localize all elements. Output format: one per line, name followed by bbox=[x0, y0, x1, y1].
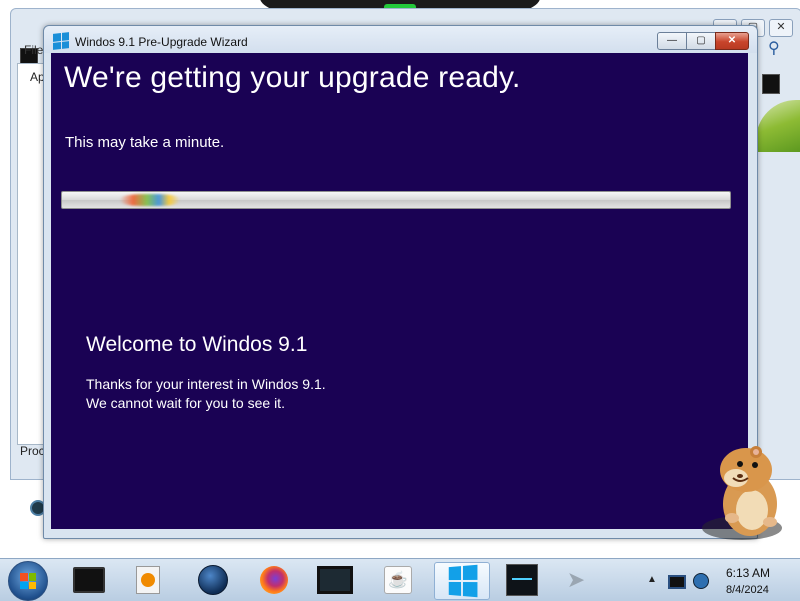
welcome-text-line-2: We cannot wait for you to see it. bbox=[86, 395, 285, 411]
windows-logo-icon bbox=[448, 564, 478, 598]
windows-logo-icon bbox=[53, 32, 69, 50]
media-player-icon bbox=[136, 566, 160, 594]
monitor-app-icon bbox=[506, 564, 538, 596]
taskbar-item-arrow[interactable]: ➤ bbox=[552, 562, 600, 598]
bg-close-button[interactable]: ✕ bbox=[769, 19, 793, 37]
globe-icon bbox=[198, 565, 228, 595]
black-box-icon bbox=[73, 567, 105, 593]
taskbar-item-monitor[interactable] bbox=[498, 562, 546, 598]
taskbar-item-screen[interactable] bbox=[311, 562, 359, 598]
taskbar-item-black-box[interactable] bbox=[65, 562, 113, 598]
bg-proc-label: Proc bbox=[20, 444, 45, 458]
bg-right-app-icon bbox=[762, 74, 780, 94]
windows-flag-progress-icon bbox=[120, 194, 180, 206]
minimize-button[interactable]: — bbox=[657, 32, 687, 50]
show-hidden-icons-button[interactable]: ▲ bbox=[647, 574, 657, 585]
maximize-button[interactable]: ▢ bbox=[686, 32, 716, 50]
tray-display-icon[interactable] bbox=[668, 575, 686, 589]
welcome-heading: Welcome to Windos 9.1 bbox=[86, 333, 308, 356]
clock-time[interactable]: 6:13 AM bbox=[726, 566, 770, 580]
upgrade-wizard-window: Windos 9.1 Pre-Upgrade Wizard — ▢ ✕ We'r… bbox=[43, 25, 758, 539]
taskbar-item-java[interactable]: ☕ bbox=[374, 562, 422, 598]
clock-date[interactable]: 8/4/2024 bbox=[726, 584, 769, 596]
start-button[interactable] bbox=[8, 561, 48, 601]
taskbar-item-windos-wizard[interactable] bbox=[434, 562, 490, 600]
close-button[interactable]: ✕ bbox=[715, 32, 749, 50]
taskbar-item-firefox[interactable] bbox=[250, 562, 298, 598]
taskbar-item-globe[interactable] bbox=[189, 562, 237, 598]
page-title: We're getting your upgrade ready. bbox=[64, 61, 521, 94]
bg-file-menu[interactable]: File bbox=[24, 43, 43, 57]
screen-icon bbox=[317, 566, 353, 594]
taskbar-item-media-player[interactable] bbox=[124, 562, 172, 598]
firefox-icon bbox=[260, 566, 288, 594]
search-icon[interactable]: ⚲ bbox=[768, 38, 780, 58]
welcome-text-line-1: Thanks for your interest in Windos 9.1. bbox=[86, 376, 326, 392]
windows-start-icon bbox=[20, 573, 36, 589]
taskbar: ☕ ➤ ▲ 6:13 AM 8/4/2024 bbox=[0, 558, 800, 601]
tray-network-icon[interactable] bbox=[693, 573, 709, 589]
hamster-sticker-icon bbox=[702, 446, 782, 540]
progress-bar bbox=[61, 191, 731, 209]
window-title: Windos 9.1 Pre-Upgrade Wizard bbox=[75, 35, 248, 49]
caption-buttons: — ▢ ✕ bbox=[657, 32, 749, 50]
wizard-content: We're getting your upgrade ready. This m… bbox=[51, 53, 748, 529]
page-subtitle: This may take a minute. bbox=[65, 134, 225, 151]
java-icon: ☕ bbox=[384, 566, 412, 594]
arrow-cursor-icon: ➤ bbox=[566, 567, 586, 592]
titlebar[interactable]: Windos 9.1 Pre-Upgrade Wizard — ▢ ✕ bbox=[44, 26, 757, 53]
